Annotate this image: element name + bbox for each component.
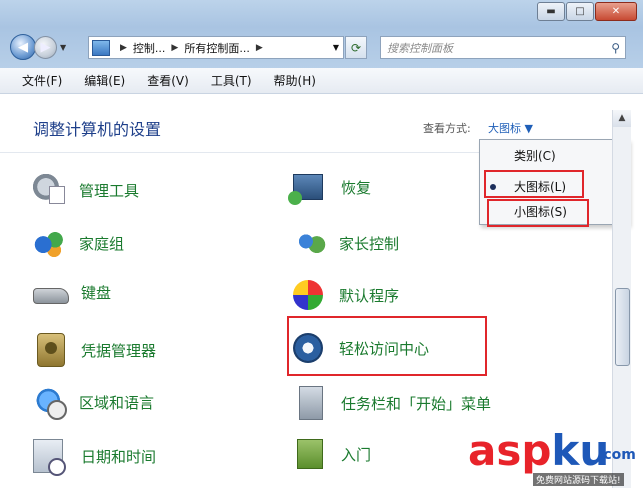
control-panel-window: ▬ □ ✕ ◀ ▶ ▼ ▶ 控制... ▶ 所有控制面... ▶ ▼ ⟳ 搜索控…: [0, 0, 643, 488]
parental-controls-icon: [293, 227, 327, 259]
credential-manager-icon: [37, 333, 65, 367]
address-dropdown[interactable]: ▼: [333, 43, 339, 52]
refresh-button[interactable]: ⟳: [345, 36, 367, 59]
highlight-box: [287, 316, 487, 376]
item-parental-controls[interactable]: 家长控制: [293, 227, 399, 259]
maximize-button[interactable]: □: [566, 2, 594, 21]
item-region-language[interactable]: 区域和语言: [33, 386, 155, 420]
menu-view[interactable]: 查看(V): [147, 72, 189, 89]
getting-started-icon: [297, 439, 323, 469]
item-label: 凭据管理器: [81, 341, 157, 360]
watermark-brand-asp: asp: [468, 426, 552, 475]
caption-buttons: ▬ □ ✕: [537, 2, 637, 21]
watermark-tagline: 免费网站源码下载站!: [533, 473, 624, 486]
item-date-time[interactable]: 日期和时间: [33, 439, 157, 476]
item-label: 入门: [341, 445, 372, 464]
scroll-up-button[interactable]: ▲: [613, 110, 631, 127]
item-label: 日期和时间: [81, 447, 157, 466]
window-chrome: ▬ □ ✕ ◀ ▶ ▼ ▶ 控制... ▶ 所有控制面... ▶ ▼ ⟳ 搜索控…: [0, 0, 643, 68]
taskbar-start-menu-icon: [299, 386, 323, 420]
item-getting-started[interactable]: 入门: [293, 439, 371, 469]
homegroup-icon: [33, 227, 67, 259]
item-label: 默认程序: [339, 286, 400, 305]
menu-edit[interactable]: 编辑(E): [84, 72, 125, 89]
search-input[interactable]: 搜索控制面板: [387, 40, 453, 56]
minimize-button[interactable]: ▬: [537, 2, 565, 21]
item-default-programs[interactable]: 默认程序: [293, 280, 399, 310]
item-label: 家长控制: [339, 234, 400, 253]
address-bar[interactable]: ▶ 控制... ▶ 所有控制面... ▶ ▼: [88, 36, 344, 59]
view-by-selector[interactable]: 大图标 ▼: [488, 120, 533, 136]
close-button[interactable]: ✕: [595, 2, 637, 21]
item-label: 键盘: [81, 283, 112, 302]
item-label: 恢复: [341, 178, 372, 197]
menu-help[interactable]: 帮助(H): [274, 72, 316, 89]
item-admin-tools[interactable]: 管理工具: [33, 174, 139, 206]
recent-pages-dropdown[interactable]: ▼: [60, 43, 66, 52]
breadcrumb-separator[interactable]: ▶: [171, 43, 178, 53]
admin-tools-icon: [33, 174, 67, 206]
item-keyboard[interactable]: 键盘: [33, 280, 111, 304]
vertical-scrollbar[interactable]: ▲: [612, 110, 631, 488]
breadcrumb-control-panel[interactable]: 控制...: [133, 40, 166, 56]
menu-bar: 文件(F) 编辑(E) 查看(V) 工具(T) 帮助(H): [0, 68, 643, 94]
forward-button[interactable]: ▶: [34, 35, 57, 59]
scroll-thumb[interactable]: [615, 288, 630, 366]
control-panel-icon: [92, 39, 110, 56]
option-category[interactable]: 类别(C): [514, 147, 556, 164]
highlight-box: [487, 199, 589, 227]
date-time-icon: [33, 439, 66, 476]
item-homegroup[interactable]: 家庭组: [33, 227, 124, 259]
search-box[interactable]: 搜索控制面板 ⚲: [380, 36, 626, 59]
item-label: 管理工具: [79, 181, 140, 200]
default-programs-icon: [293, 280, 323, 310]
watermark-logo: aspku: [468, 430, 609, 472]
region-language-icon: [33, 386, 67, 420]
keyboard-icon: [33, 288, 69, 304]
breadcrumb-all-items[interactable]: 所有控制面...: [184, 40, 250, 56]
item-label: 区域和语言: [79, 393, 155, 412]
breadcrumb-separator[interactable]: ▶: [256, 43, 263, 53]
highlight-box: [484, 170, 584, 198]
breadcrumb-separator[interactable]: ▶: [120, 43, 127, 53]
item-recovery[interactable]: 恢复: [288, 174, 372, 205]
watermark-domain: .com: [598, 447, 636, 463]
page-title: 调整计算机的设置: [33, 120, 162, 139]
item-credential-manager[interactable]: 凭据管理器: [33, 333, 156, 367]
back-button[interactable]: ◀: [10, 34, 36, 60]
nav-buttons: ◀ ▶ ▼: [10, 34, 66, 60]
search-icon[interactable]: ⚲: [611, 41, 620, 55]
recovery-icon: [288, 174, 323, 205]
menu-file[interactable]: 文件(F): [22, 72, 62, 89]
item-label: 任务栏和「开始」菜单: [341, 394, 492, 413]
view-by-label: 查看方式:: [423, 122, 471, 135]
menu-tools[interactable]: 工具(T): [211, 72, 252, 89]
item-taskbar-start-menu[interactable]: 任务栏和「开始」菜单: [293, 386, 491, 420]
item-label: 家庭组: [79, 234, 125, 253]
